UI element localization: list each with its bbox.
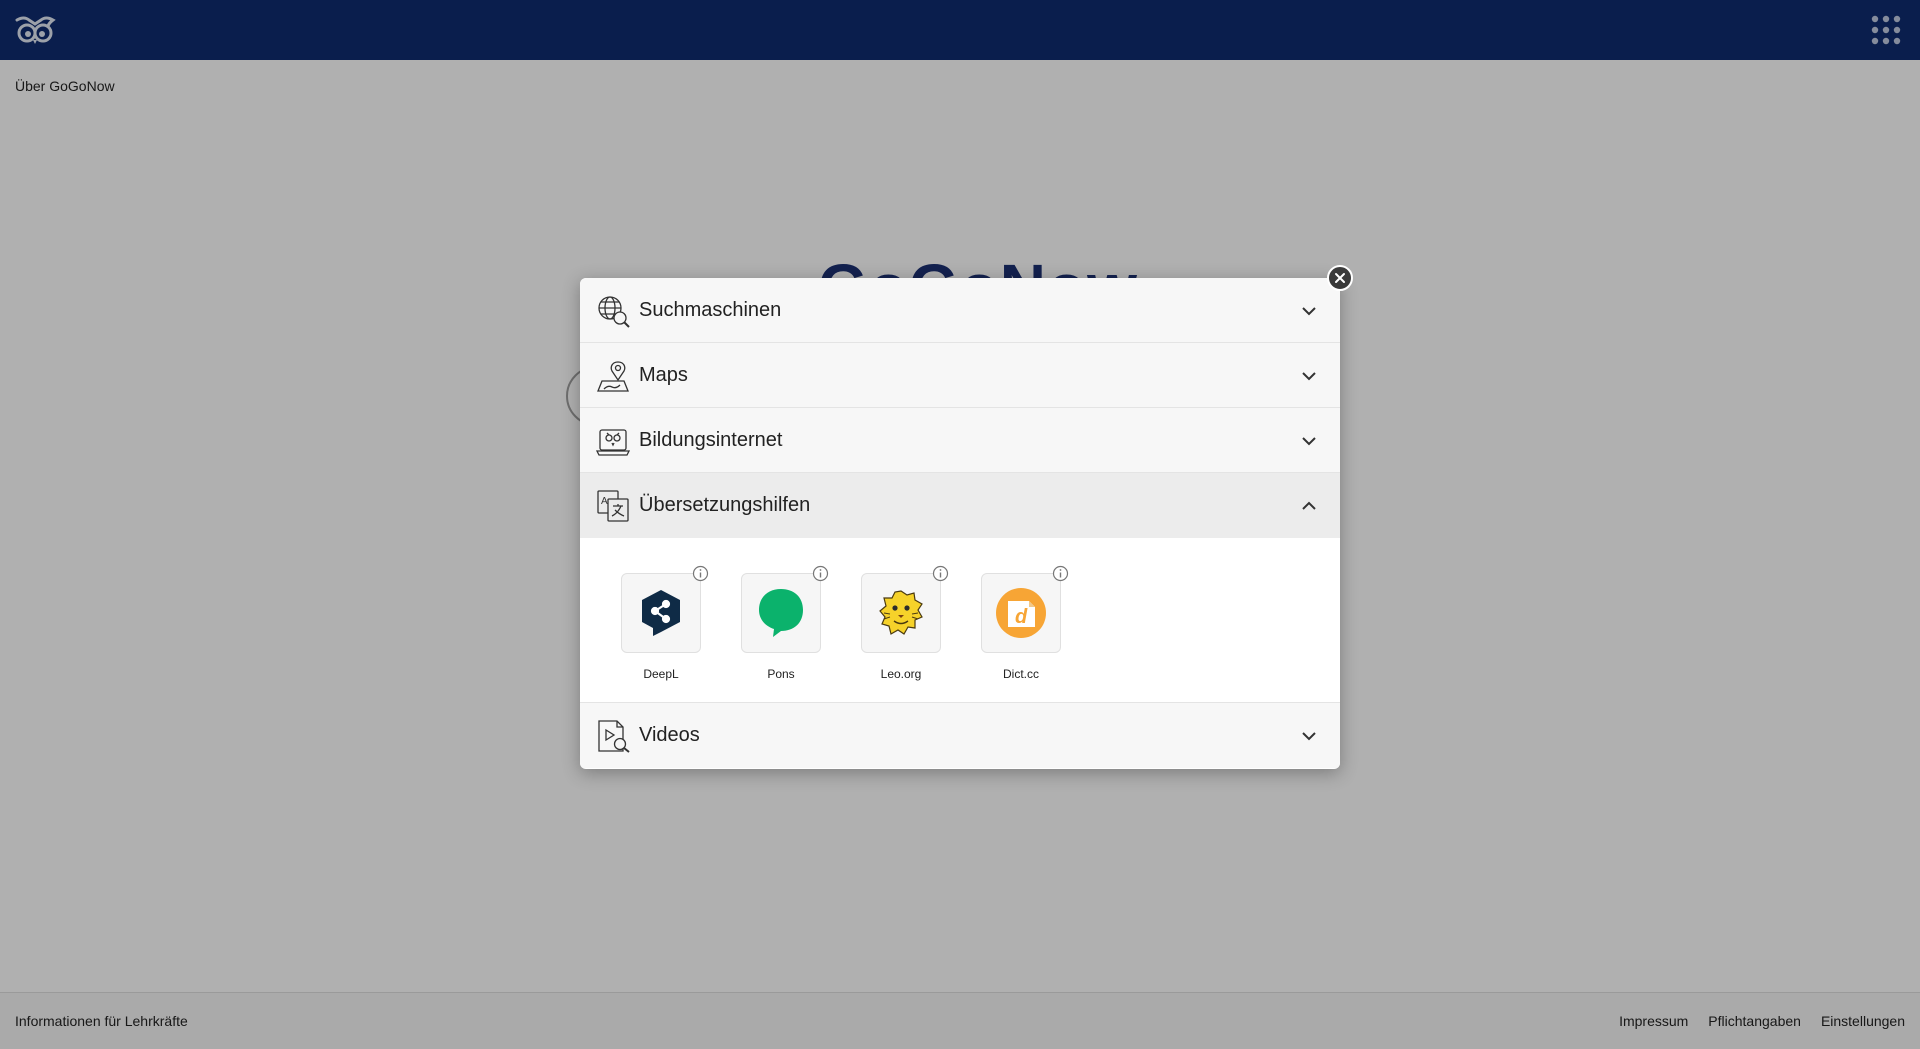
close-icon bbox=[1335, 273, 1345, 283]
dictcc-button[interactable]: d bbox=[981, 573, 1061, 653]
close-modal-button[interactable] bbox=[1327, 265, 1353, 291]
uebersetzungshilfen-items: DeepL Pons Leo.org d Dict.cc bbox=[580, 538, 1340, 703]
video-search-icon bbox=[598, 720, 630, 753]
tile-label: DeepL bbox=[643, 667, 679, 681]
svg-text:d: d bbox=[1015, 606, 1028, 628]
pons-logo-icon bbox=[759, 589, 803, 637]
info-icon[interactable] bbox=[692, 565, 709, 582]
category-modal: Suchmaschinen Maps Bildungsinternet A Üb… bbox=[580, 278, 1340, 769]
section-uebersetzungshilfen[interactable]: A Übersetzungshilfen bbox=[580, 473, 1340, 538]
tile-dictcc: d Dict.cc bbox=[981, 565, 1069, 681]
section-label: Bildungsinternet bbox=[639, 429, 783, 451]
leo-logo-icon bbox=[879, 590, 923, 635]
dictcc-logo-icon: d bbox=[996, 588, 1046, 638]
chevron-down-icon bbox=[1302, 437, 1316, 446]
leo-button[interactable] bbox=[861, 573, 941, 653]
chevron-down-icon bbox=[1302, 732, 1316, 741]
tile-label: Dict.cc bbox=[1003, 667, 1039, 681]
section-suchmaschinen[interactable]: Suchmaschinen bbox=[580, 278, 1340, 343]
section-label: Übersetzungshilfen bbox=[639, 494, 811, 516]
pons-button[interactable] bbox=[741, 573, 821, 653]
globe-search-icon bbox=[598, 296, 630, 328]
chevron-down-icon bbox=[1302, 372, 1316, 381]
deepl-button[interactable] bbox=[621, 573, 701, 653]
info-icon[interactable] bbox=[1052, 565, 1069, 582]
chevron-down-icon bbox=[1302, 307, 1316, 316]
laptop-owl-icon bbox=[596, 429, 630, 456]
tile-leo: Leo.org bbox=[861, 565, 949, 681]
section-label: Suchmaschinen bbox=[639, 299, 782, 321]
tile-label: Leo.org bbox=[880, 667, 922, 681]
info-icon[interactable] bbox=[812, 565, 829, 582]
tile-label: Pons bbox=[767, 667, 795, 681]
svg-text:A: A bbox=[601, 496, 608, 507]
section-label: Maps bbox=[639, 364, 688, 386]
section-videos[interactable]: Videos bbox=[580, 703, 1340, 768]
chevron-up-icon bbox=[1302, 501, 1316, 510]
tile-deepl: DeepL bbox=[621, 565, 709, 681]
section-label: Videos bbox=[639, 724, 700, 746]
section-maps[interactable]: Maps bbox=[580, 343, 1340, 408]
map-pin-icon bbox=[597, 361, 629, 392]
deepl-logo-icon bbox=[642, 590, 680, 636]
info-icon[interactable] bbox=[932, 565, 949, 582]
translate-icon: A bbox=[597, 490, 629, 522]
tile-pons: Pons bbox=[741, 565, 829, 681]
section-bildungsinternet[interactable]: Bildungsinternet bbox=[580, 408, 1340, 473]
